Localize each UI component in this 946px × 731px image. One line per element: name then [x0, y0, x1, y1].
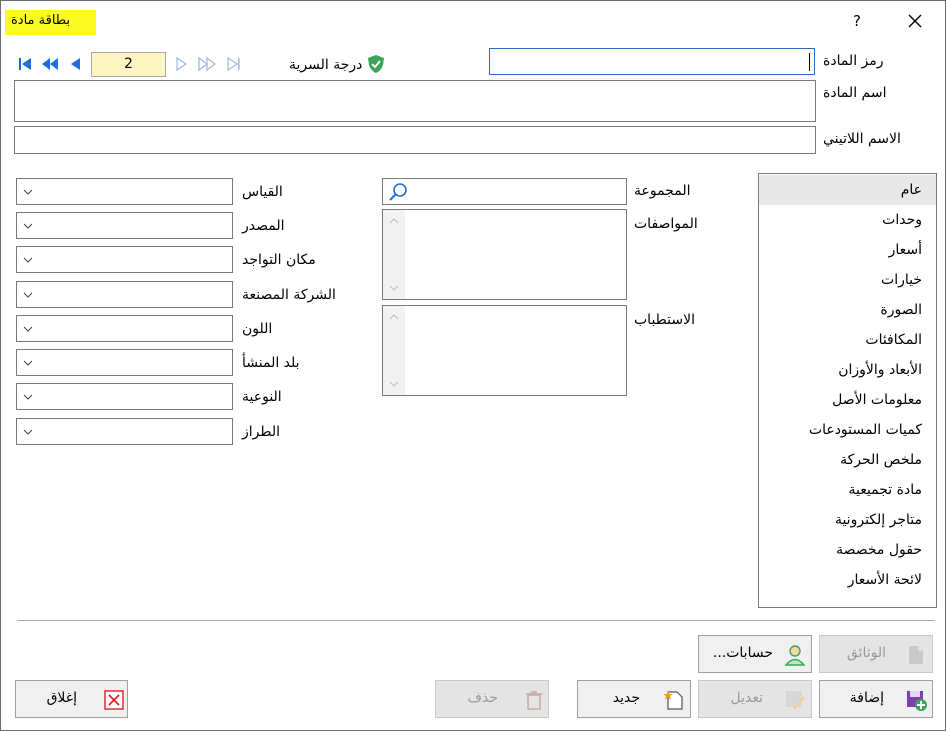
- specifications-scrollbar[interactable]: [383, 210, 405, 299]
- close-label: إغلاق: [46, 690, 77, 706]
- indication-textarea[interactable]: [382, 305, 627, 396]
- documents-button[interactable]: الوثائق: [819, 635, 933, 673]
- new-button[interactable]: جديد: [577, 680, 691, 718]
- tab-prices[interactable]: أسعار: [759, 235, 936, 265]
- tab-image[interactable]: الصورة: [759, 295, 936, 325]
- chevron-down-icon: [23, 394, 33, 400]
- item-code-input[interactable]: [489, 48, 815, 75]
- indication-scrollbar[interactable]: [383, 306, 405, 395]
- quality-label: النوعية: [242, 389, 282, 405]
- tab-assembly-item[interactable]: مادة تجميعية: [759, 475, 936, 505]
- accounts-button[interactable]: حسابات...: [698, 635, 812, 673]
- color-select[interactable]: [16, 315, 233, 342]
- tab-list: عام وحدات أسعار خيارات الصورة المكافئات …: [758, 173, 937, 608]
- previous-record-icon[interactable]: [67, 56, 85, 72]
- edit-label: تعديل: [730, 690, 764, 706]
- location-select[interactable]: [16, 246, 233, 273]
- latin-name-label: الاسم اللاتيني: [823, 131, 901, 147]
- tab-dimensions-weights[interactable]: الأبعاد والأوزان: [759, 355, 936, 385]
- last-record-icon[interactable]: [225, 56, 243, 72]
- document-icon: [909, 646, 923, 664]
- item-name-input[interactable]: [14, 80, 816, 122]
- chevron-down-icon: [23, 360, 33, 366]
- user-icon: [784, 645, 806, 666]
- delete-button[interactable]: حذف: [435, 680, 549, 718]
- latin-name-input[interactable]: [14, 126, 816, 154]
- add-button[interactable]: إضافة: [819, 680, 933, 718]
- new-document-icon: [663, 690, 683, 710]
- next-record-icon[interactable]: [173, 56, 191, 72]
- chevron-down-icon: [23, 223, 33, 229]
- model-select[interactable]: [16, 418, 233, 445]
- tab-online-stores[interactable]: متاجر إلكترونية: [759, 505, 936, 535]
- close-icon: [908, 14, 922, 28]
- specifications-label: المواصفات: [634, 216, 698, 232]
- edit-button[interactable]: تعديل: [698, 680, 812, 718]
- measure-label: القياس: [242, 184, 283, 200]
- next-page-icon[interactable]: [198, 56, 216, 72]
- scroll-up-icon[interactable]: [388, 216, 400, 226]
- tab-origin-info[interactable]: معلومات الأصل: [759, 385, 936, 415]
- specifications-textarea[interactable]: [382, 209, 627, 300]
- help-button[interactable]: ?: [847, 11, 867, 31]
- new-label: جديد: [612, 690, 640, 706]
- group-input[interactable]: [382, 178, 627, 205]
- chevron-down-icon: [23, 429, 33, 435]
- tab-general[interactable]: عام: [759, 175, 936, 205]
- group-label: المجموعة: [634, 183, 691, 199]
- accounts-label: حسابات...: [712, 645, 773, 661]
- window-title: بطاقة مادة: [11, 13, 71, 28]
- delete-label: حذف: [467, 690, 498, 706]
- tab-price-list[interactable]: لائحة الأسعار: [759, 565, 936, 595]
- color-label: اللون: [242, 321, 273, 337]
- trash-icon: [526, 691, 542, 710]
- chevron-down-icon: [23, 189, 33, 195]
- text-cursor: [809, 53, 810, 71]
- origin-country-select[interactable]: [16, 349, 233, 376]
- tab-equivalents[interactable]: المكافئات: [759, 325, 936, 355]
- indication-label: الاستطباب: [634, 312, 695, 328]
- tab-units[interactable]: وحدات: [759, 205, 936, 235]
- chevron-down-icon: [23, 326, 33, 332]
- model-label: الطراز: [242, 424, 281, 440]
- manufacturer-select[interactable]: [16, 281, 233, 308]
- chevron-down-icon: [23, 257, 33, 263]
- record-number-field[interactable]: 2: [91, 52, 166, 77]
- chevron-down-icon: [23, 292, 33, 298]
- origin-country-label: بلد المنشأ: [242, 355, 300, 371]
- security-level-label: درجة السرية: [289, 57, 363, 73]
- edit-icon: [786, 691, 805, 710]
- scroll-down-icon[interactable]: [388, 379, 400, 389]
- source-select[interactable]: [16, 212, 233, 239]
- search-icon[interactable]: [387, 182, 409, 202]
- source-label: المصدر: [242, 218, 285, 234]
- manufacturer-label: الشركة المصنعة: [242, 287, 336, 303]
- tab-custom-fields[interactable]: حقول مخصصة: [759, 535, 936, 565]
- documents-label: الوثائق: [846, 645, 886, 661]
- divider: [17, 620, 935, 621]
- previous-page-icon[interactable]: [41, 56, 59, 72]
- add-icon: [907, 691, 927, 711]
- add-label: إضافة: [849, 690, 884, 706]
- measure-select[interactable]: [16, 178, 233, 205]
- tab-warehouse-quantities[interactable]: كميات المستودعات: [759, 415, 936, 445]
- tab-options[interactable]: خيارات: [759, 265, 936, 295]
- tab-movement-summary[interactable]: ملخص الحركة: [759, 445, 936, 475]
- shield-icon: [368, 55, 384, 73]
- item-code-label: رمز المادة: [823, 53, 884, 69]
- first-record-icon[interactable]: [16, 56, 34, 72]
- item-card-window: بطاقة مادة ? 2 درجة السرية رمز المادة اس…: [0, 0, 946, 731]
- scroll-up-icon[interactable]: [388, 312, 400, 322]
- close-icon: [104, 690, 124, 710]
- location-label: مكان التواجد: [242, 252, 316, 268]
- close-button[interactable]: إغلاق: [15, 680, 128, 718]
- close-window-button[interactable]: [901, 9, 929, 33]
- item-name-label: اسم المادة: [823, 85, 887, 101]
- scroll-down-icon[interactable]: [388, 283, 400, 293]
- quality-select[interactable]: [16, 383, 233, 410]
